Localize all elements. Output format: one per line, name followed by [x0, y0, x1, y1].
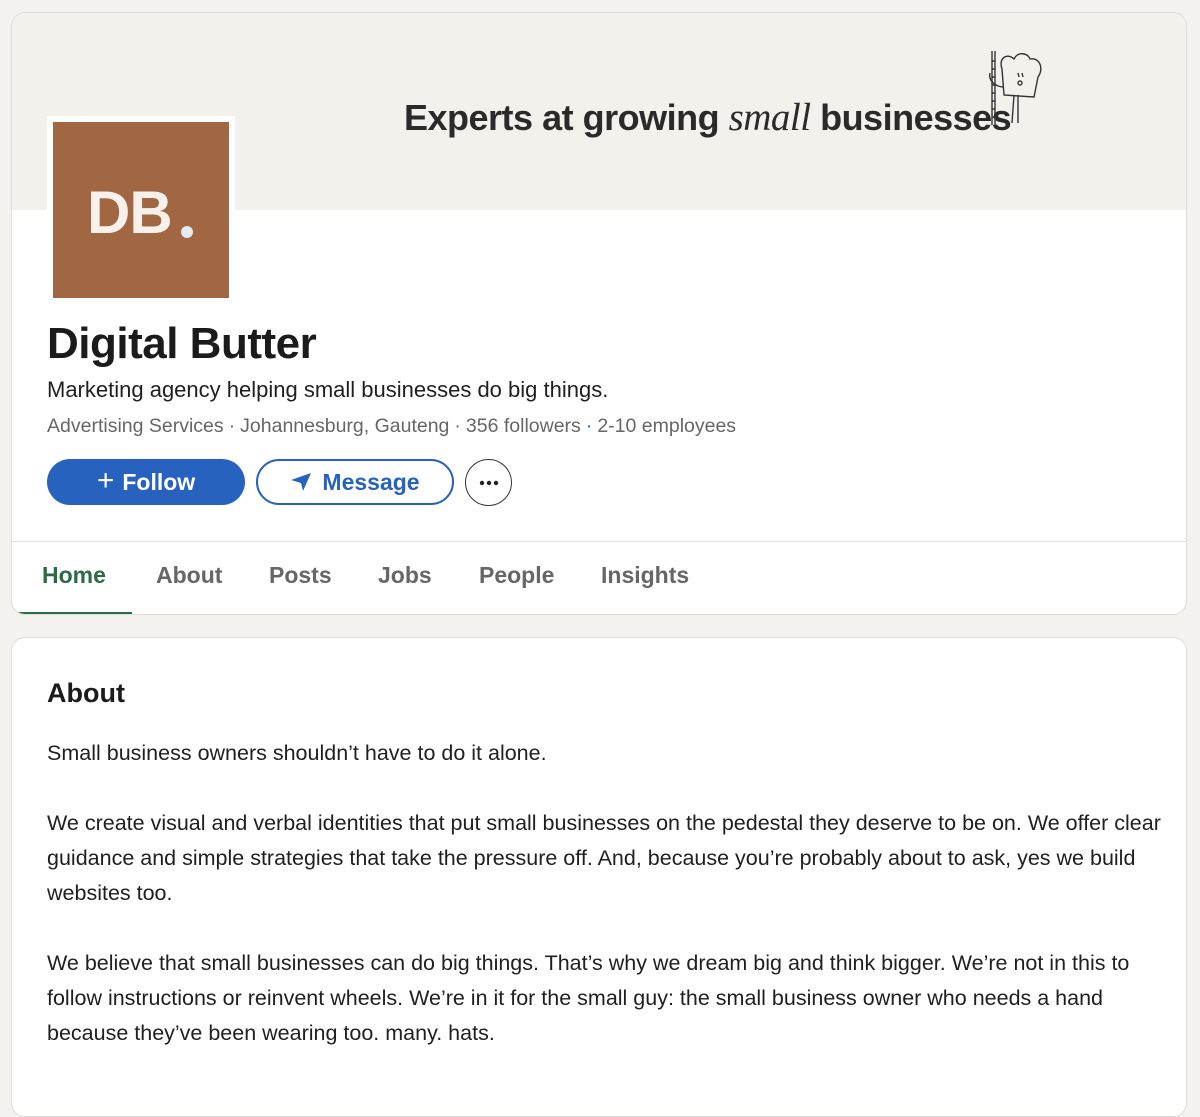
tab-about[interactable]: About	[156, 562, 222, 589]
company-header-card: Experts at growing small businesses DB D…	[11, 12, 1187, 615]
employees-count[interactable]: 2-10 employees	[597, 415, 736, 437]
message-label: Message	[322, 468, 420, 495]
tab-insights[interactable]: Insights	[601, 562, 689, 589]
tab-home[interactable]: Home	[42, 562, 106, 589]
about-paragraph: We create visual and verbal identities t…	[47, 811, 1161, 905]
toast-mascot-icon	[989, 51, 1042, 125]
tab-posts[interactable]: Posts	[269, 562, 332, 589]
about-description: Small business owners shouldn’t have to …	[47, 736, 1167, 1086]
followers-count[interactable]: 356 followers	[466, 415, 581, 437]
company-logo[interactable]: DB	[47, 116, 235, 302]
banner-slogan: Experts at growing small businesses	[404, 95, 1012, 140]
more-options-button[interactable]	[465, 459, 512, 506]
industry: Advertising Services	[47, 415, 224, 437]
company-name: Digital Butter	[47, 319, 317, 368]
plus-icon: +	[96, 463, 115, 497]
meta-separator: ·	[228, 415, 236, 437]
message-button[interactable]: Message	[256, 459, 454, 505]
more-icon	[479, 480, 498, 485]
about-paragraph: Small business owners shouldn’t have to …	[47, 741, 547, 765]
active-tab-indicator	[18, 612, 132, 614]
logo-dot	[181, 226, 193, 238]
logo-initials: DB	[87, 179, 173, 246]
about-card: About Small business owners shouldn’t ha…	[11, 637, 1187, 1117]
meta-separator: ·	[585, 415, 593, 437]
company-meta: Advertising Services · Johannesburg, Gaute…	[47, 415, 736, 438]
about-paragraph: We believe that small businesses can do …	[47, 951, 1130, 1045]
meta-separator: ·	[454, 415, 461, 437]
location: Johannesburg, Gauteng	[240, 415, 450, 437]
about-heading: About	[47, 678, 125, 708]
follow-button[interactable]: + Follow	[47, 459, 245, 505]
company-tagline: Marketing agency helping small businesse…	[47, 377, 609, 402]
page-tabs: Home About Posts Jobs People Insights	[12, 542, 1186, 614]
logo-background: DB	[53, 122, 229, 298]
send-icon	[291, 473, 312, 491]
banner-text-regular: Experts at growing	[404, 97, 729, 138]
banner-text-italic: small	[728, 96, 812, 139]
follow-label: Follow	[122, 468, 196, 495]
tab-jobs[interactable]: Jobs	[378, 562, 432, 589]
tab-people[interactable]: People	[479, 562, 554, 589]
